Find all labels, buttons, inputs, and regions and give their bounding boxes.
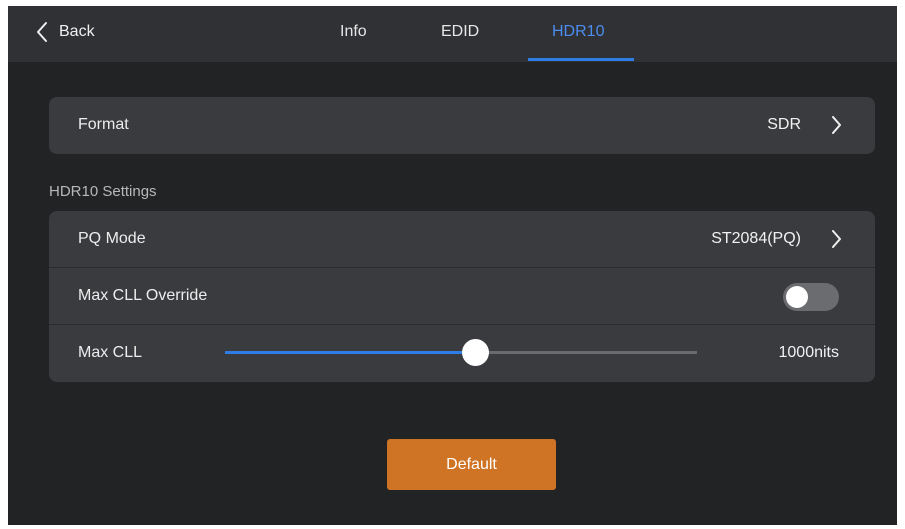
max-cll-value: 1000nits [778, 344, 840, 361]
tab-info[interactable]: Info [340, 6, 367, 58]
format-card: Format SDR [49, 97, 875, 154]
back-button[interactable]: Back [36, 6, 95, 58]
chevron-left-icon [37, 22, 47, 42]
max-cll-override-row: Max CLL Override [49, 268, 875, 324]
hdr10-settings-card: PQ Mode ST2084(PQ) Max CLL Override Max … [49, 211, 875, 382]
chevron-right-icon [832, 230, 841, 248]
tab-edid[interactable]: EDID [441, 6, 479, 58]
slider-fill [225, 351, 476, 354]
slider-thumb[interactable] [462, 339, 490, 366]
default-button[interactable]: Default [387, 439, 556, 490]
pq-mode-label: PQ Mode [78, 230, 146, 247]
max-cll-row: Max CLL 1000nits [49, 325, 875, 381]
max-cll-label: Max CLL [78, 344, 143, 361]
pq-mode-value: ST2084(PQ) [711, 230, 801, 247]
active-tab-indicator [528, 58, 634, 61]
back-label: Back [59, 23, 95, 40]
top-navigation-bar: Back Info EDID HDR10 [8, 6, 897, 62]
tab-hdr10[interactable]: HDR10 [552, 6, 604, 58]
format-label: Format [78, 116, 129, 133]
format-row[interactable]: Format SDR [49, 97, 875, 153]
format-value: SDR [767, 116, 801, 133]
pq-mode-row[interactable]: PQ Mode ST2084(PQ) [49, 211, 875, 267]
hdr10-settings-screen: Back Info EDID HDR10 Format SDR HDR10 Se… [8, 6, 897, 525]
section-title-hdr10-settings: HDR10 Settings [49, 183, 157, 200]
max-cll-slider[interactable] [225, 339, 697, 366]
max-cll-override-label: Max CLL Override [78, 287, 208, 304]
chevron-right-icon [832, 116, 841, 134]
toggle-knob [786, 286, 808, 308]
max-cll-override-toggle[interactable] [783, 283, 839, 311]
